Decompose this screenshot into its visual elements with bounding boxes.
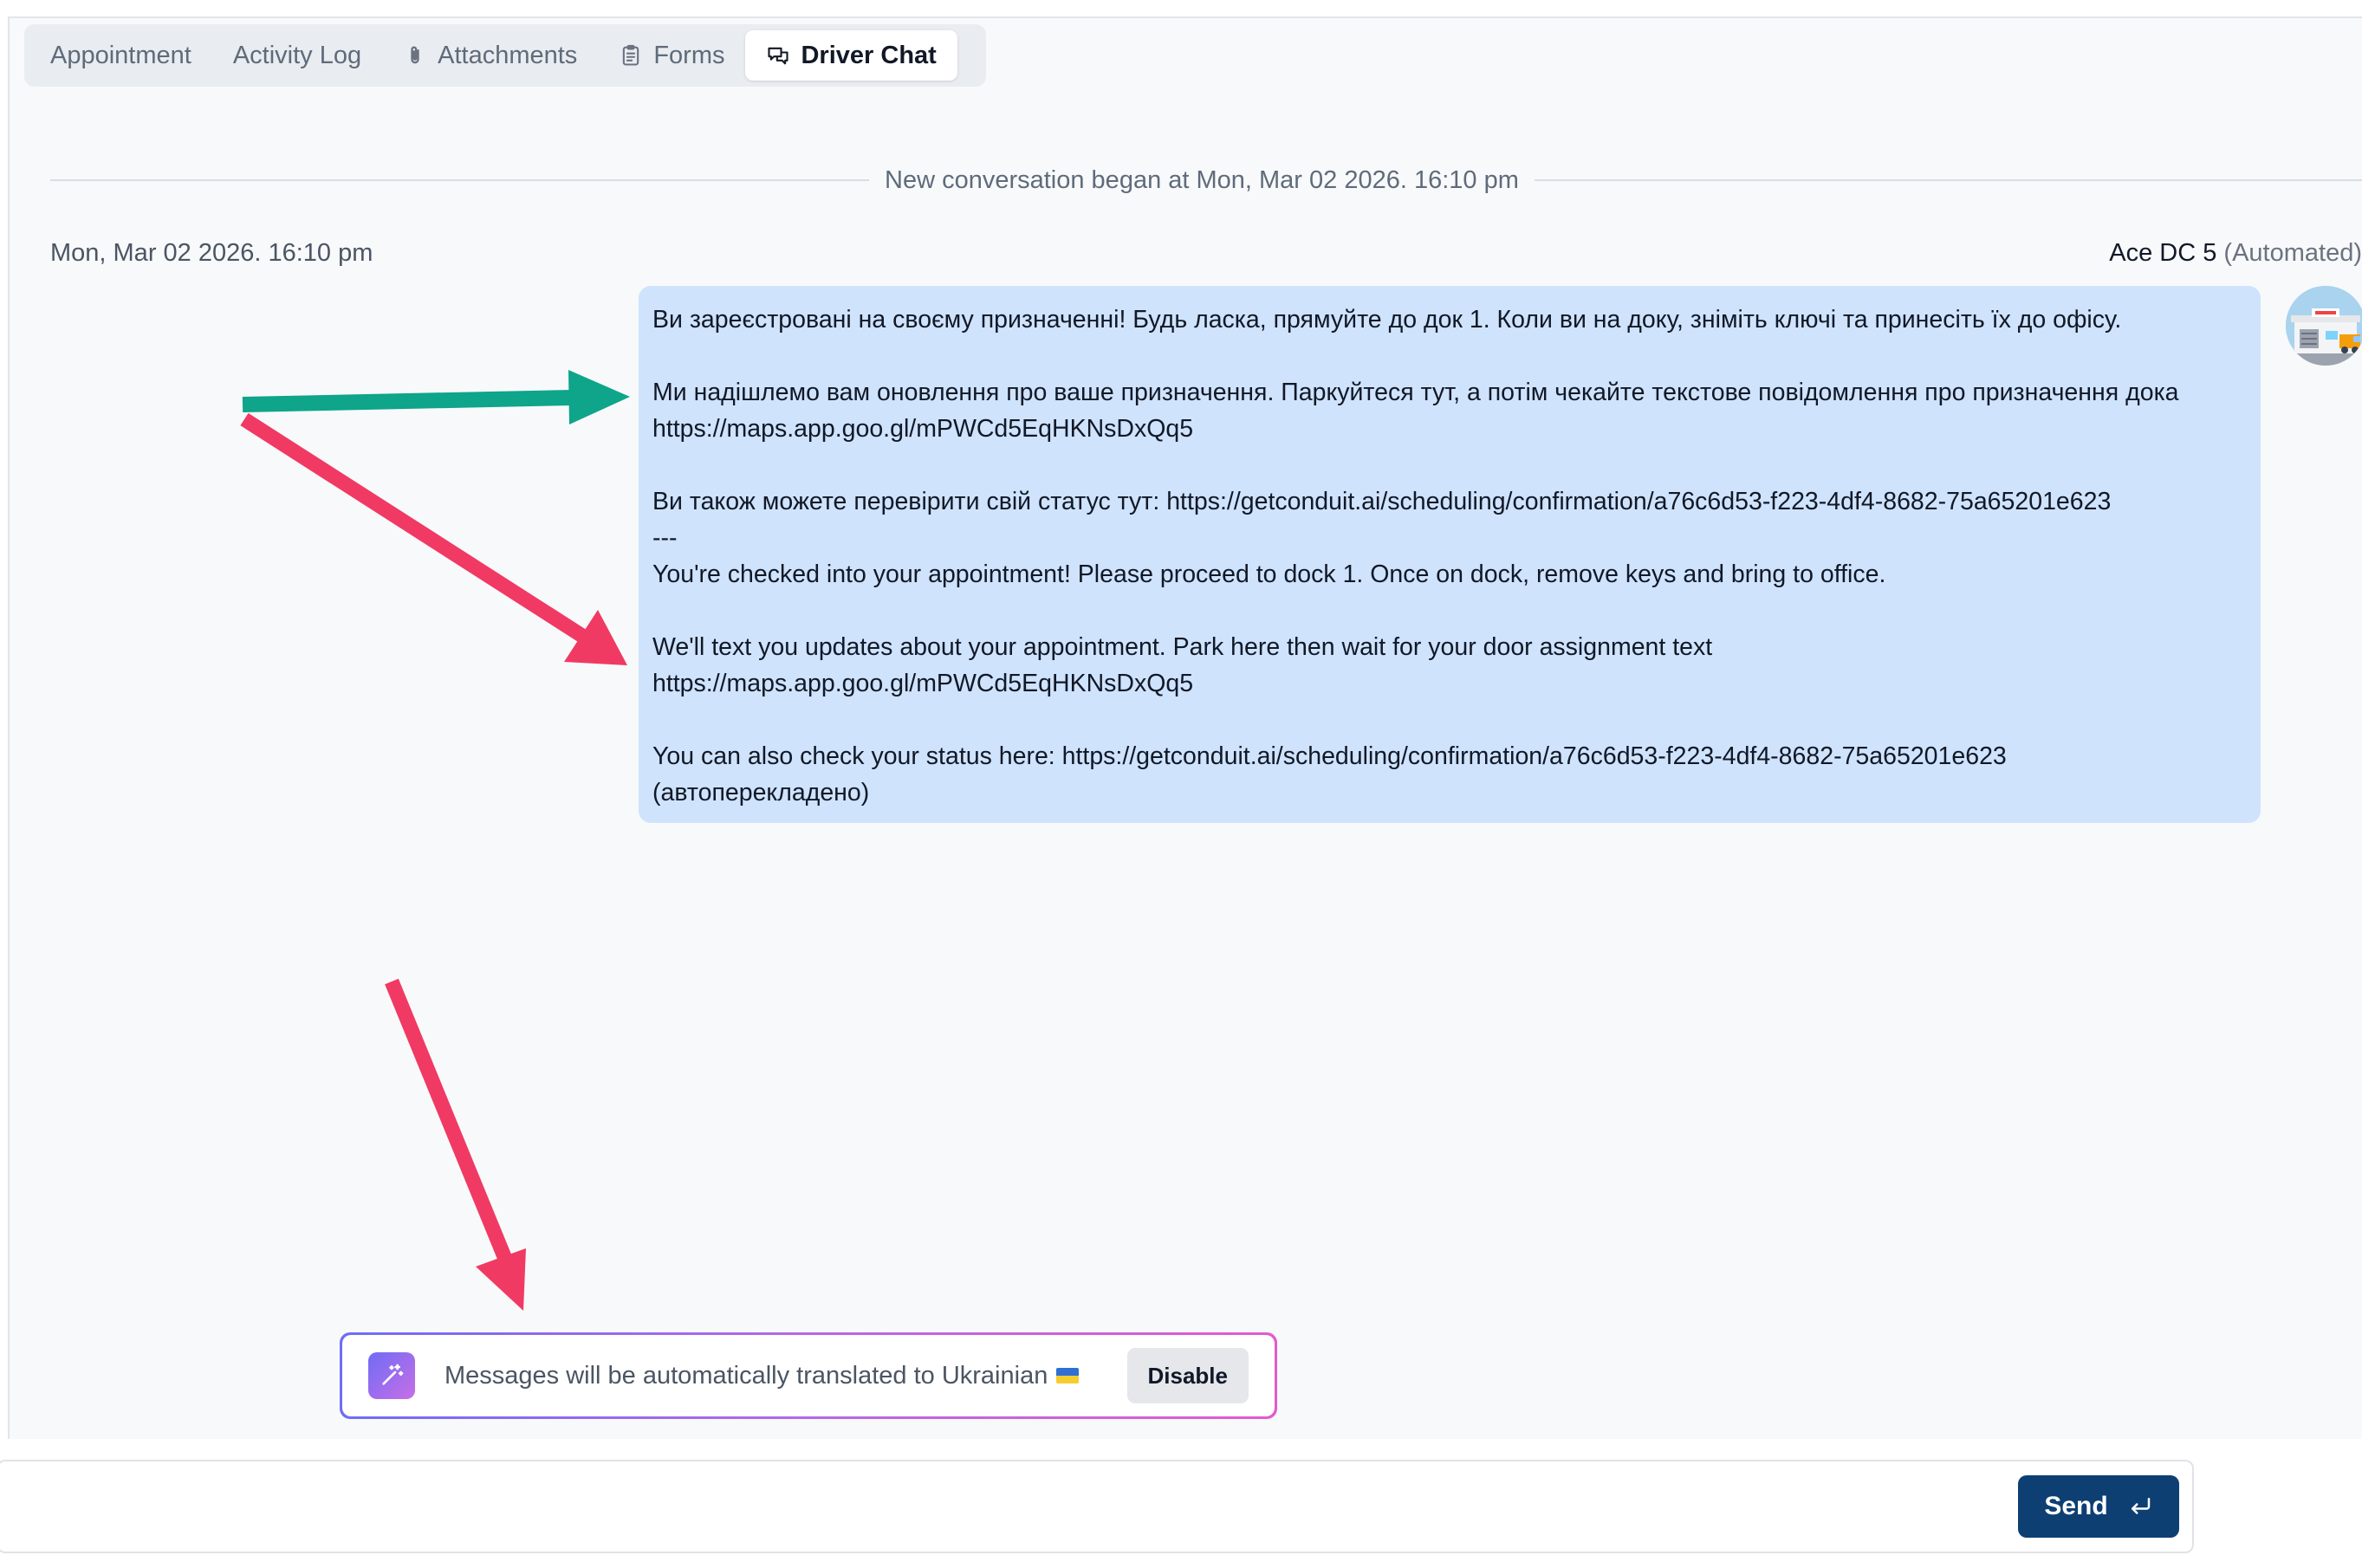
message-sender: Ace DC 5 (Automated): [2109, 239, 2362, 268]
conversation-start-divider: New conversation began at Mon, Mar 02 20…: [50, 161, 2362, 199]
disable-translation-button[interactable]: Disable: [1126, 1348, 1249, 1403]
message-bubble: Ви зареєстровані на своєму призначенні! …: [639, 286, 2261, 823]
ukraine-flag-icon: [1056, 1368, 1080, 1383]
translation-message: Messages will be automatically translate…: [444, 1361, 1048, 1390]
tab-label: Appointment: [50, 41, 191, 69]
send-button[interactable]: Send: [2018, 1475, 2179, 1538]
tab-label: Forms: [653, 41, 725, 69]
tab-activity-log[interactable]: Activity Log: [212, 30, 382, 81]
message-input[interactable]: [16, 1479, 1991, 1534]
tab-forms[interactable]: Forms: [598, 30, 745, 81]
sender-automated-tag: (Automated): [2223, 239, 2362, 267]
sender-name: Ace DC 5: [2109, 239, 2217, 267]
avatar: [2286, 286, 2362, 366]
chat-bubbles-icon: [766, 43, 790, 68]
message-timestamp: Mon, Mar 02 2026. 16:10 pm: [50, 239, 373, 267]
translation-banner: Messages will be automatically translate…: [340, 1332, 1277, 1419]
clipboard-icon: [619, 43, 643, 68]
tab-label: Driver Chat: [801, 41, 937, 69]
paperclip-icon: [403, 43, 427, 68]
tab-attachments[interactable]: Attachments: [382, 30, 598, 81]
enter-key-icon: [2127, 1493, 2153, 1519]
conversation-start-text: New conversation began at Mon, Mar 02 20…: [885, 165, 1519, 194]
magic-wand-icon: [368, 1352, 415, 1399]
driver-chat-page: Appointment Activity Log Attachments For…: [0, 0, 2362, 1568]
warehouse-icon: [2286, 286, 2362, 366]
tab-label: Attachments: [438, 41, 578, 69]
divider-line: [50, 179, 869, 181]
translation-banner-text: Messages will be automatically translate…: [444, 1361, 1080, 1390]
tab-appointment[interactable]: Appointment: [29, 30, 212, 81]
message-composer: [0, 1460, 2194, 1553]
send-label: Send: [2044, 1492, 2108, 1520]
tab-bar: Appointment Activity Log Attachments For…: [24, 24, 986, 87]
tab-driver-chat[interactable]: Driver Chat: [745, 30, 957, 81]
divider-line: [1534, 179, 2362, 181]
translation-banner-inner: Messages will be automatically translate…: [342, 1335, 1275, 1416]
tab-label: Activity Log: [232, 41, 362, 69]
